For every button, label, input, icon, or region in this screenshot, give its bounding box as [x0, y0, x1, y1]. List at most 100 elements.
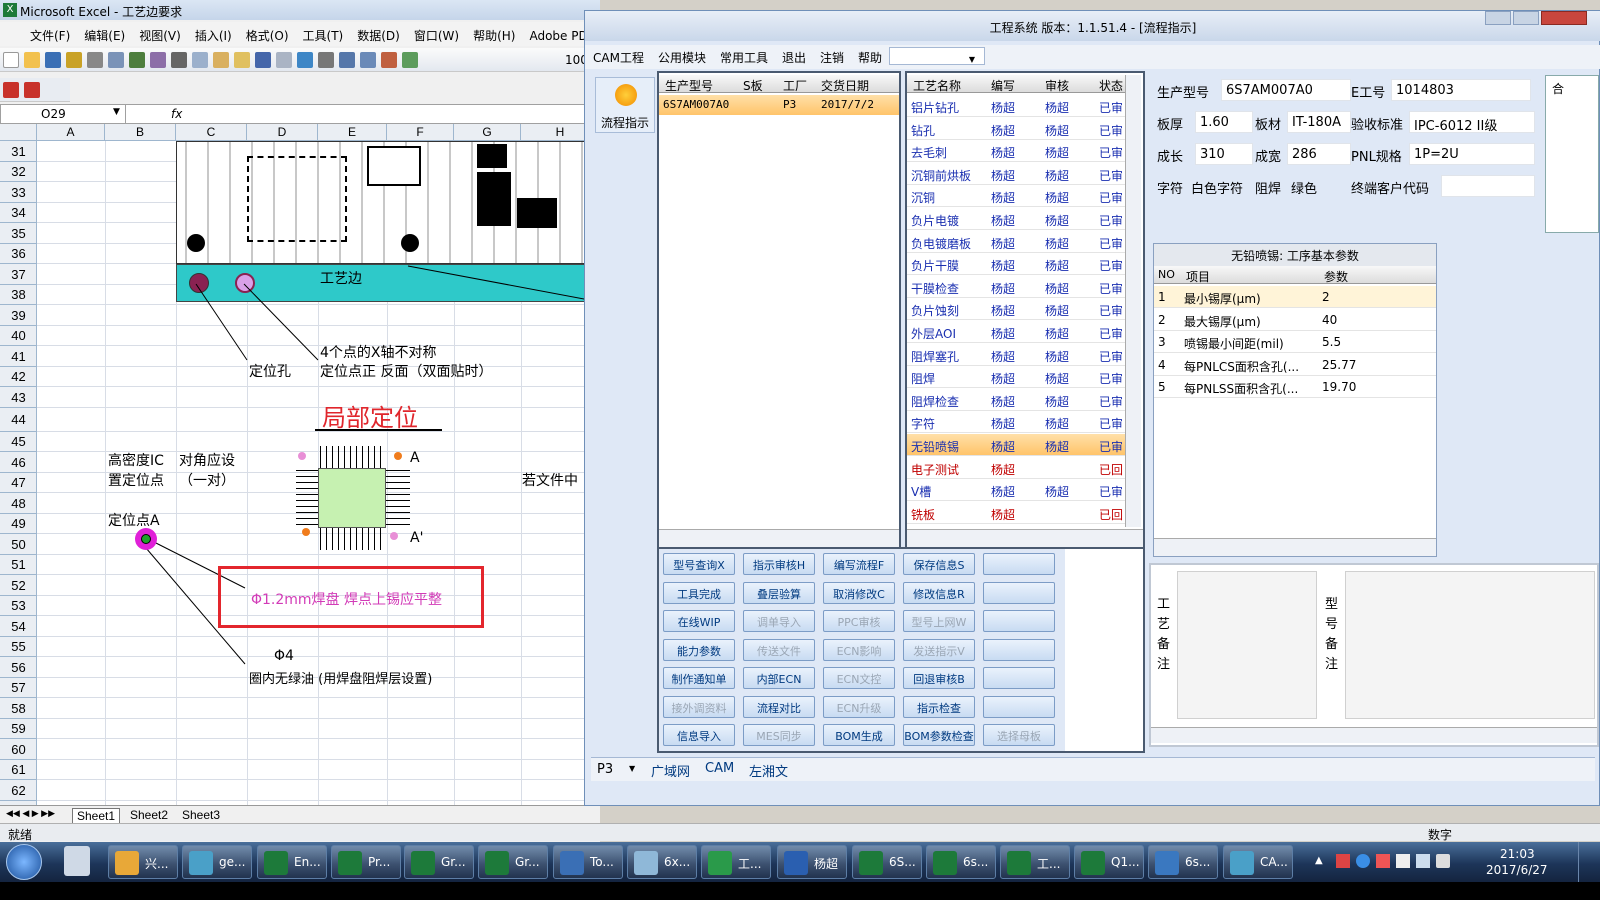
process-row[interactable]: 负片电镀 杨超 杨超 已审: [907, 208, 1125, 230]
tray-acrobat-icon[interactable]: [1336, 854, 1350, 868]
action-button[interactable]: 接外调资料: [663, 695, 735, 718]
action-button[interactable]: [983, 638, 1055, 661]
action-button[interactable]: 回退审核B: [903, 667, 975, 689]
sheet-tab-3[interactable]: Sheet3: [178, 808, 224, 822]
taskbar-button[interactable]: Gr...: [478, 845, 548, 879]
action-button[interactable]: [983, 581, 1055, 604]
col-item[interactable]: 项目: [1186, 268, 1210, 285]
menu-common-tools[interactable]: 常用工具: [712, 45, 774, 66]
col-param[interactable]: 参数: [1324, 268, 1348, 285]
e-no-value[interactable]: 1014803: [1391, 79, 1531, 101]
action-button[interactable]: [983, 553, 1055, 575]
action-button[interactable]: 取消修改C: [823, 581, 895, 604]
char-value[interactable]: 白色字符: [1187, 175, 1251, 197]
process-row[interactable]: 阻焊塞孔 杨超 杨超 已审: [907, 344, 1125, 366]
length-value[interactable]: 310: [1195, 143, 1253, 165]
taskbar-button[interactable]: 工...: [701, 845, 771, 879]
action-button[interactable]: 型号上网W: [903, 610, 975, 632]
side-tab-label[interactable]: 合: [1552, 80, 1564, 97]
menu-logout[interactable]: 注销: [812, 45, 850, 66]
show-desktop-button[interactable]: [1578, 842, 1600, 882]
taskbar-button[interactable]: CA...: [1223, 845, 1293, 879]
action-button[interactable]: ECN升级: [823, 695, 895, 718]
taskbar-button[interactable]: En...: [257, 845, 327, 879]
col-writer[interactable]: 编写: [991, 77, 1015, 94]
volume-icon[interactable]: [1436, 854, 1450, 868]
action-button[interactable]: 编写流程F: [823, 553, 895, 575]
action-button[interactable]: 选择母板: [983, 724, 1055, 746]
col-model[interactable]: 生产型号: [665, 77, 713, 94]
action-button[interactable]: 内部ECN: [743, 667, 815, 689]
col-process-name[interactable]: 工艺名称: [913, 77, 961, 94]
action-button[interactable]: 型号查询X: [663, 553, 735, 575]
sheet-tab-2[interactable]: Sheet2: [126, 808, 172, 822]
process-row[interactable]: V槽 杨超 杨超 已审: [907, 479, 1125, 502]
pnl-value[interactable]: 1P=2U: [1409, 143, 1535, 165]
action-button[interactable]: ECN文控: [823, 667, 895, 689]
col-s-board[interactable]: S板: [743, 77, 763, 94]
process-row[interactable]: 负电镀磨板 杨超 杨超 已审: [907, 231, 1125, 253]
process-row[interactable]: 钻孔 杨超 杨超 已审: [907, 118, 1125, 140]
action-button[interactable]: PPC审核: [823, 610, 895, 632]
action-button[interactable]: 指示检查: [903, 695, 975, 718]
flow-instruction-button[interactable]: 流程指示: [595, 77, 655, 133]
process-row[interactable]: 阻焊检查 杨超 杨超 已审: [907, 389, 1125, 411]
minimize-icon[interactable]: [1485, 11, 1511, 25]
order-hscrollbar[interactable]: [659, 529, 899, 547]
process-row[interactable]: 沉铜 杨超 杨超 已审: [907, 185, 1125, 208]
action-button[interactable]: 信息导入: [663, 724, 735, 746]
chevron-down-icon[interactable]: ▼: [961, 51, 981, 64]
tab-user[interactable]: 左湘文: [749, 761, 788, 780]
order-row-selected[interactable]: 6S7AM007A0 P3 2017/7/2: [659, 95, 899, 115]
process-hscrollbar[interactable]: [907, 529, 1143, 547]
menu-common-module[interactable]: 公用模块: [650, 45, 712, 66]
action-button[interactable]: 发送指示V: [903, 638, 975, 661]
thickness-value[interactable]: 1.60: [1195, 111, 1253, 133]
taskbar-button[interactable]: Q1...: [1074, 845, 1144, 879]
col-factory[interactable]: 工厂: [783, 77, 807, 94]
col-reviewer[interactable]: 审核: [1045, 77, 1069, 94]
process-row[interactable]: 干膜检查 杨超 杨超 已审: [907, 276, 1125, 298]
tray-app-icon[interactable]: [1356, 854, 1370, 868]
col-delivery[interactable]: 交货日期: [821, 77, 869, 94]
taskbar-button[interactable]: 工...: [1000, 845, 1070, 879]
action-button[interactable]: 能力参数: [663, 638, 735, 661]
col-status[interactable]: 状态: [1099, 77, 1123, 94]
sheet-nav-arrows-icon[interactable]: ◀◀ ◀ ▶ ▶▶: [6, 808, 55, 819]
taskbar-button[interactable]: Gr...: [404, 845, 474, 879]
tray-flag-icon[interactable]: [1396, 854, 1410, 868]
action-button[interactable]: MES同步: [743, 724, 815, 746]
menu-exit[interactable]: 退出: [774, 45, 812, 66]
taskbar-button[interactable]: 6s...: [1148, 845, 1218, 879]
taskbar-button[interactable]: 杨超: [777, 845, 847, 879]
process-row[interactable]: 无铅喷锡 杨超 杨超 已审: [907, 434, 1125, 456]
param-row[interactable]: 2 最大锡厚(μm) 40: [1154, 309, 1436, 331]
process-row[interactable]: 去毛刺 杨超 杨超 已审: [907, 140, 1125, 163]
process-row[interactable]: 字符 杨超 杨超 已审: [907, 411, 1125, 434]
menu-help[interactable]: 帮助: [850, 45, 888, 66]
model-remark-box[interactable]: [1345, 571, 1595, 719]
action-button[interactable]: 调单导入: [743, 610, 815, 632]
action-button[interactable]: 在线WIP: [663, 610, 735, 632]
customer-value[interactable]: [1441, 175, 1535, 197]
action-button[interactable]: 工具完成: [663, 581, 735, 604]
chevron-down-icon[interactable]: ▼: [629, 764, 635, 773]
sheet-tab-1[interactable]: Sheet1: [72, 808, 121, 824]
params-hscrollbar[interactable]: [1154, 538, 1436, 556]
action-button[interactable]: 指示审核H: [743, 553, 815, 575]
taskbar-button[interactable]: 6x...: [627, 845, 697, 879]
process-row[interactable]: 负片干膜 杨超 杨超 已审: [907, 253, 1125, 276]
tab-cam[interactable]: CAM: [705, 761, 734, 776]
site-select[interactable]: P3: [597, 762, 613, 777]
process-row[interactable]: 铝片钻孔 杨超 杨超 已审: [907, 95, 1125, 117]
tray-security-icon[interactable]: [1376, 854, 1390, 868]
taskbar-button[interactable]: ge...: [182, 845, 252, 879]
action-button[interactable]: 制作通知单: [663, 667, 735, 689]
process-row[interactable]: 电子测试 杨超 已回: [907, 457, 1125, 479]
taskbar-button[interactable]: 6s...: [926, 845, 996, 879]
standard-value[interactable]: IPC-6012 II级: [1409, 111, 1535, 134]
action-button[interactable]: 流程对比: [743, 695, 815, 718]
action-button[interactable]: [983, 667, 1055, 689]
tab-wan[interactable]: 广域网: [651, 761, 690, 780]
prod-model-value[interactable]: 6S7AM007A0: [1221, 79, 1351, 101]
